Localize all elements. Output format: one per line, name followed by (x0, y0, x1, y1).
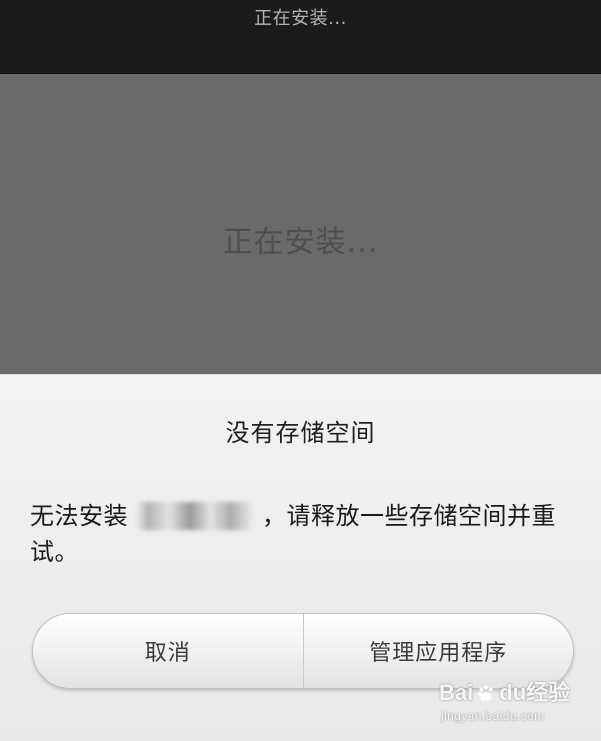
watermark-brand-right: 经验 (526, 680, 571, 705)
installing-label: 正在安装... (222, 225, 379, 260)
watermark-brand-left: Bai (439, 680, 474, 705)
watermark-site: jingyan.baidu.com (441, 709, 545, 723)
message-prefix: 无法安装 (30, 502, 128, 530)
dialog-button-group: 取消 管理应用程序 (32, 613, 574, 689)
top-status-bar: 正在安装... (0, 0, 601, 74)
cancel-button[interactable]: 取消 (33, 614, 304, 688)
install-screen: 正在安装... 正在安装... 没有存储空间 无法安装 ，请释放一些存储空间并重试… (0, 0, 601, 741)
paw-icon (475, 682, 497, 704)
watermark-brand: Bai du经验 (439, 679, 570, 707)
dialog-message: 无法安装 ，请释放一些存储空间并重试。 (30, 498, 575, 570)
installing-panel: 正在安装... (0, 74, 601, 374)
blurred-app-name (136, 502, 254, 530)
baidu-watermark: Bai du经验 jingyan.baidu.com (439, 679, 589, 731)
watermark-brand-mid: du (499, 680, 527, 705)
manage-apps-button[interactable]: 管理应用程序 (304, 614, 574, 688)
storage-dialog: 没有存储空间 无法安装，请释放一些存储空间并重试。 取消 管理应用程序 Bai (0, 374, 601, 741)
dialog-title: 没有存储空间 (225, 419, 376, 447)
top-title: 正在安装... (254, 8, 347, 29)
